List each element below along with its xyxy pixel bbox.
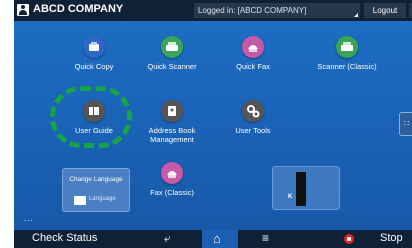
- top-bar: ABCD COMPANY Logged in: [ABCD COMPANY] L…: [14, 0, 412, 21]
- back-icon[interactable]: ⤶: [164, 231, 171, 246]
- corner-indicator-icon: [354, 13, 358, 17]
- more-indicator: ...: [24, 214, 34, 223]
- toner-bar: [296, 172, 306, 206]
- language-icon: [74, 196, 86, 205]
- change-language-widget[interactable]: Change Language Language: [62, 168, 130, 212]
- login-status-text: Logged in: [ABCD COMPANY]: [198, 6, 307, 15]
- app-label: User Guide: [75, 126, 113, 135]
- scanner-classic-icon: [336, 36, 358, 58]
- check-status-button[interactable]: Check Status: [32, 232, 97, 244]
- home-button[interactable]: ⌂: [202, 230, 238, 248]
- grid-icon: ∷: [403, 119, 410, 128]
- app-quick-scanner[interactable]: Quick Scanner: [132, 36, 212, 71]
- toner-counter-widget[interactable]: K: [272, 166, 340, 210]
- user-name: ABCD COMPANY: [33, 3, 124, 15]
- app-label: User Tools: [235, 126, 271, 135]
- language-button-label: Language: [89, 196, 116, 202]
- bottom-bar: Check Status ⤶ ⌂ ≡ Stop: [14, 230, 412, 248]
- copy-icon: [83, 36, 105, 58]
- app-quick-copy[interactable]: Quick Copy: [54, 36, 134, 71]
- app-label: Fax (Classic): [150, 188, 194, 197]
- menu-icon[interactable]: ≡: [262, 231, 269, 245]
- app-quick-fax[interactable]: Quick Fax: [213, 36, 293, 71]
- scanner-icon: [161, 36, 183, 58]
- counter-letter: K: [288, 194, 293, 200]
- stop-button[interactable]: Stop: [380, 232, 403, 244]
- gears-icon: [242, 100, 264, 122]
- device-screen: ABCD COMPANY Logged in: [ABCD COMPANY] L…: [14, 0, 412, 248]
- widget-list-tab[interactable]: ∷: [399, 112, 412, 136]
- app-label: Quick Scanner: [147, 62, 197, 71]
- app-label: Quick Copy: [74, 62, 114, 71]
- change-language-title: Change Language: [69, 176, 123, 183]
- app-label: Address Book Management: [148, 126, 196, 144]
- app-address-book[interactable]: Address Book Management: [132, 100, 212, 144]
- book-icon: [83, 100, 105, 122]
- fax-icon: [242, 36, 264, 58]
- app-label: Scanner (Classic): [317, 62, 377, 71]
- home-icon: ⌂: [213, 231, 221, 246]
- user-icon: [17, 4, 29, 16]
- address-book-icon: [161, 100, 183, 122]
- app-user-guide[interactable]: User Guide: [54, 100, 134, 135]
- logout-button[interactable]: Logout: [364, 3, 406, 18]
- fax-classic-icon: [161, 162, 183, 184]
- app-scanner-classic[interactable]: Scanner (Classic): [307, 36, 387, 71]
- login-status: Logged in: [ABCD COMPANY]: [194, 3, 360, 18]
- app-fax-classic[interactable]: Fax (Classic): [132, 162, 212, 197]
- app-user-tools[interactable]: User Tools: [213, 100, 293, 135]
- app-label: Quick Fax: [236, 62, 270, 71]
- stop-icon[interactable]: [344, 234, 354, 244]
